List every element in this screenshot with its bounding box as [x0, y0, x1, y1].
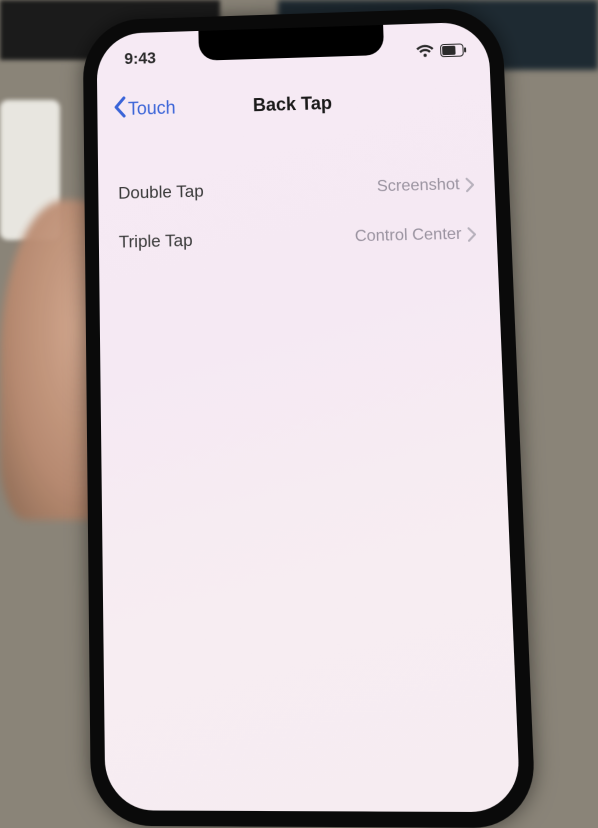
screen: 9:43	[97, 21, 521, 812]
status-time: 9:43	[124, 50, 156, 69]
back-label: Touch	[128, 97, 176, 119]
settings-list: Double Tap Screenshot Triple Tap Control…	[98, 160, 498, 268]
chevron-right-icon	[466, 178, 475, 193]
row-label: Triple Tap	[119, 231, 193, 253]
nav-bar: Touch Back Tap	[97, 76, 492, 132]
battery-icon	[440, 43, 467, 57]
row-value: Control Center	[355, 225, 462, 246]
back-button[interactable]: Touch	[105, 85, 184, 131]
row-value: Screenshot	[377, 176, 460, 197]
phone-frame: 9:43	[83, 7, 537, 828]
row-triple-tap[interactable]: Triple Tap Control Center	[99, 209, 498, 267]
notch	[198, 25, 384, 61]
chevron-left-icon	[113, 95, 126, 122]
page-title: Back Tap	[253, 92, 333, 115]
chevron-right-icon	[467, 227, 476, 242]
wifi-icon	[416, 44, 435, 58]
row-label: Double Tap	[118, 181, 204, 203]
